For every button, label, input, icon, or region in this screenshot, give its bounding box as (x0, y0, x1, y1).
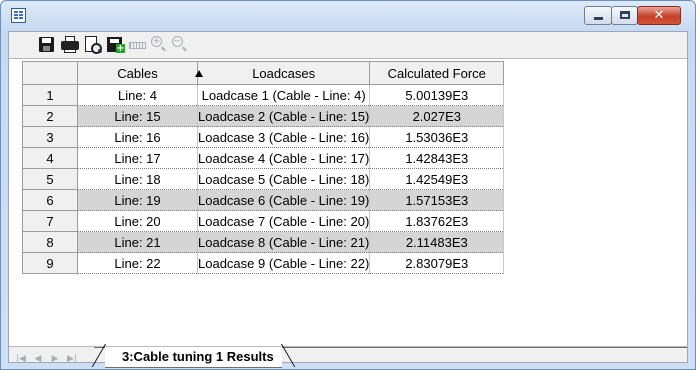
table-row[interactable]: 8 Line: 21 Loadcase 8 (Cable - Line: 21)… (22, 231, 505, 253)
zoom-in-icon: + (151, 36, 169, 54)
minimize-icon (594, 17, 603, 20)
client-area: + + − Cables Loadcases Calculated Force (8, 31, 688, 368)
table-row[interactable]: 9 Line: 22 Loadcase 9 (Cable - Line: 22)… (22, 252, 505, 274)
cell-force[interactable]: 1.42843E3 (369, 147, 505, 169)
row-header[interactable]: 7 (22, 210, 78, 232)
cell-loadcase[interactable]: Loadcase 8 (Cable - Line: 21) (196, 231, 371, 253)
cell-cable[interactable]: Line: 22 (77, 252, 198, 274)
print-preview-icon[interactable] (84, 36, 103, 54)
row-header[interactable]: 3 (22, 126, 78, 148)
row-header[interactable]: 2 (22, 105, 78, 127)
maximize-icon (620, 11, 630, 19)
cell-cable[interactable]: Line: 19 (77, 189, 198, 211)
print-icon[interactable] (61, 36, 79, 54)
cell-loadcase[interactable]: Loadcase 7 (Cable - Line: 20) (196, 210, 371, 232)
cell-cable[interactable]: Line: 4 (77, 84, 198, 106)
table-row[interactable]: 1 Line: 4 Loadcase 1 (Cable - Line: 4) 5… (22, 84, 505, 106)
cell-loadcase[interactable]: Loadcase 4 (Cable - Line: 17) (196, 147, 371, 169)
cell-force[interactable]: 2.11483E3 (369, 231, 505, 253)
cell-force[interactable]: 1.42549E3 (369, 168, 505, 190)
row-header[interactable]: 9 (22, 252, 78, 274)
table-row[interactable]: 2 Line: 15 Loadcase 2 (Cable - Line: 15)… (22, 105, 505, 127)
export-icon[interactable]: + (107, 36, 125, 54)
zoom-out-icon: − (172, 36, 190, 54)
ruler-icon (129, 36, 147, 54)
cell-cable[interactable]: Line: 20 (77, 210, 198, 232)
cell-cable[interactable]: Line: 17 (77, 147, 198, 169)
cell-loadcase[interactable]: Loadcase 2 (Cable - Line: 15) (196, 105, 371, 127)
cell-cable[interactable]: Line: 15 (77, 105, 198, 127)
title-bar[interactable]: ✕ (1, 1, 695, 31)
row-header[interactable]: 1 (22, 84, 78, 106)
cell-loadcase[interactable]: Loadcase 5 (Cable - Line: 18) (196, 168, 371, 190)
close-button[interactable]: ✕ (637, 6, 681, 25)
cell-force[interactable]: 5.00139E3 (369, 84, 505, 106)
minimize-button[interactable] (584, 6, 612, 25)
first-sheet-icon[interactable]: |◀ (14, 352, 28, 366)
cell-loadcase[interactable]: Loadcase 1 (Cable - Line: 4) (196, 84, 371, 106)
table-row[interactable]: 4 Line: 17 Loadcase 4 (Cable - Line: 17)… (22, 147, 505, 169)
table-row[interactable]: 7 Line: 20 Loadcase 7 (Cable - Line: 20)… (22, 210, 505, 232)
cell-loadcase[interactable]: Loadcase 9 (Cable - Line: 22) (196, 252, 371, 274)
save-icon[interactable] (38, 36, 56, 54)
cell-cable[interactable]: Line: 18 (77, 168, 198, 190)
results-grid[interactable]: Cables Loadcases Calculated Force 1 Line… (9, 58, 687, 347)
column-header-loadcases[interactable]: Loadcases (196, 61, 371, 85)
row-header[interactable]: 5 (22, 168, 78, 190)
next-sheet-icon[interactable]: ▶ (48, 352, 62, 366)
tab-cable-tuning-results[interactable]: 3:Cable tuning 1 Results (105, 347, 282, 368)
toolbar: + + − (9, 32, 687, 58)
table-row[interactable]: 3 Line: 16 Loadcase 3 (Cable - Line: 16)… (22, 126, 505, 148)
column-header-cables[interactable]: Cables (77, 61, 203, 85)
cell-loadcase[interactable]: Loadcase 6 (Cable - Line: 19) (196, 189, 371, 211)
sheet-tab-bar: |◀ ◀ ▶ ▶| 3:Cable tuning 1 Results (9, 347, 687, 368)
cell-force[interactable]: 1.57153E3 (369, 189, 505, 211)
previous-sheet-icon[interactable]: ◀ (31, 352, 45, 366)
table-row[interactable]: 5 Line: 18 Loadcase 5 (Cable - Line: 18)… (22, 168, 505, 190)
cell-force[interactable]: 2.027E3 (369, 105, 505, 127)
results-table: Cables Loadcases Calculated Force 1 Line… (22, 61, 505, 274)
last-sheet-icon[interactable]: ▶| (65, 352, 79, 366)
close-icon: ✕ (653, 8, 665, 23)
column-header-calculated-force[interactable]: Calculated Force (369, 61, 505, 85)
corner-header[interactable] (22, 61, 78, 85)
maximize-button[interactable] (611, 6, 638, 25)
table-row[interactable]: 6 Line: 19 Loadcase 6 (Cable - Line: 19)… (22, 189, 505, 211)
row-header[interactable]: 8 (22, 231, 78, 253)
cell-loadcase[interactable]: Loadcase 3 (Cable - Line: 16) (196, 126, 371, 148)
cell-cable[interactable]: Line: 16 (77, 126, 198, 148)
cell-force[interactable]: 1.53036E3 (369, 126, 505, 148)
cell-force[interactable]: 2.83079E3 (369, 252, 505, 274)
sort-ascending-icon (195, 70, 203, 77)
header-row: Cables Loadcases Calculated Force (22, 61, 505, 85)
row-header[interactable]: 4 (22, 147, 78, 169)
row-header[interactable]: 6 (22, 189, 78, 211)
grid-app-icon[interactable] (11, 8, 26, 23)
cell-force[interactable]: 1.83762E3 (369, 210, 505, 232)
cell-cable[interactable]: Line: 21 (77, 231, 198, 253)
results-window: ✕ + + − Cables Loadcases Calculated Forc… (0, 0, 696, 370)
